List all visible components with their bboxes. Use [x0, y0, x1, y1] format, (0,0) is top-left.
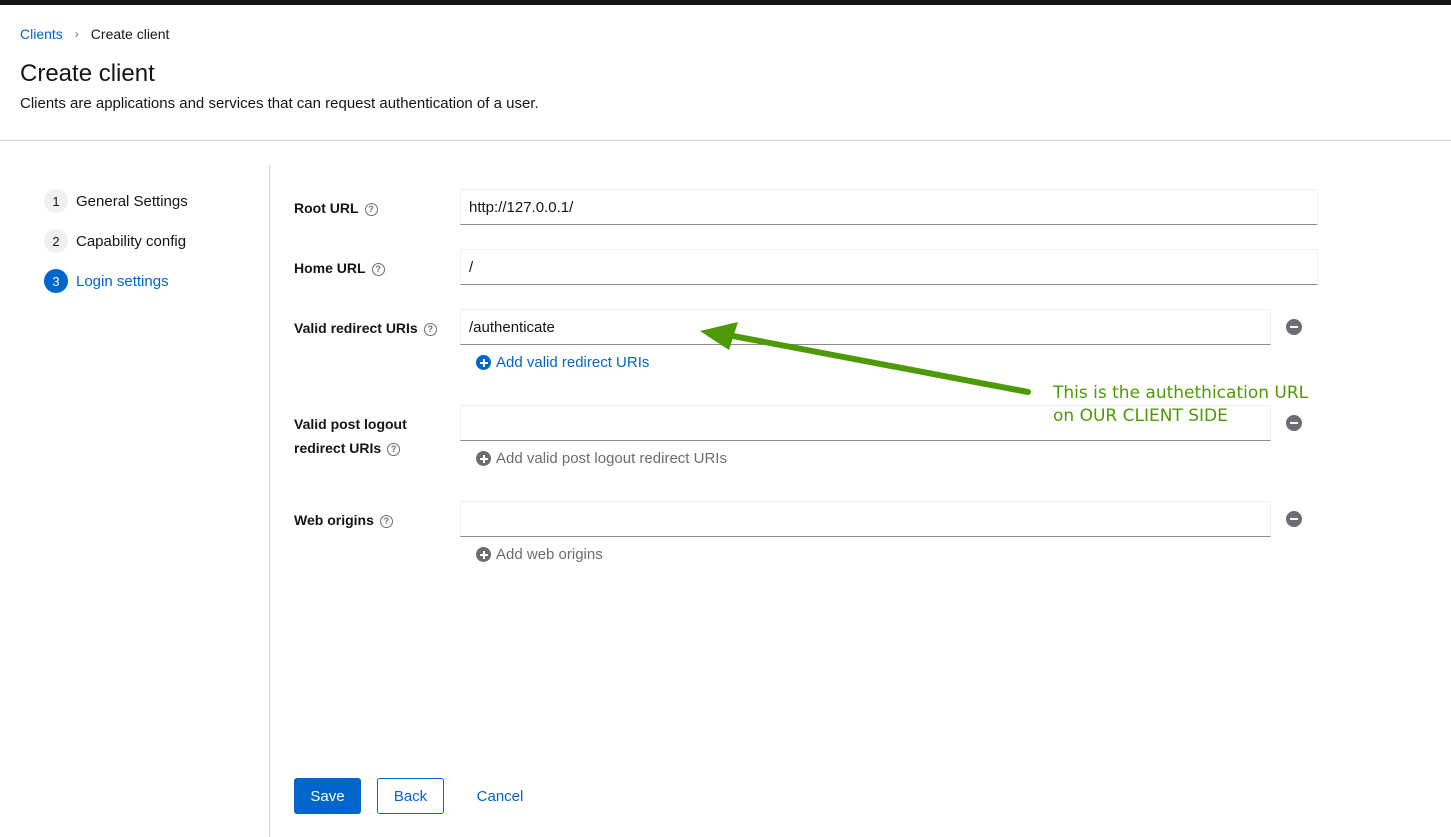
breadcrumb-current: Create client [90, 26, 170, 42]
add-valid-redirect-uris-label: Add valid redirect URIs [496, 354, 650, 371]
wizard-step-capability-config[interactable]: 2 Capability config [44, 229, 188, 253]
page-title: Create client [20, 60, 155, 87]
wizard-step-login-settings[interactable]: 3 Login settings [44, 269, 188, 293]
step-label: Login settings [76, 272, 169, 290]
breadcrumb-chevron-icon: › [74, 27, 79, 41]
add-valid-redirect-uris-button[interactable]: Add valid redirect URIs [476, 354, 649, 371]
root-url-label-text: Root URL [294, 200, 359, 216]
web-origins-label-text: Web origins [294, 512, 374, 528]
page-description: Clients are applications and services th… [20, 95, 539, 112]
annotation-text: This is the authethication URL on OUR CL… [1053, 382, 1308, 428]
add-web-origins-button[interactable]: Add web origins [476, 546, 603, 563]
cancel-button[interactable]: Cancel [460, 778, 540, 814]
breadcrumb-clients-link[interactable]: Clients [20, 26, 63, 42]
annotation-line-1: This is the authethication URL [1053, 383, 1309, 403]
valid-redirect-uris-label-text: Valid redirect URIs [294, 320, 418, 336]
plus-circle-icon [476, 451, 491, 466]
header-divider [0, 140, 1451, 141]
help-icon[interactable]: ? [379, 515, 393, 528]
wizard-step-general-settings[interactable]: 1 General Settings [44, 189, 188, 213]
help-icon[interactable]: ? [423, 323, 437, 336]
home-url-input[interactable] [460, 249, 1318, 285]
breadcrumb: Clients › Create client [20, 26, 169, 42]
annotation-line-2: on OUR CLIENT SIDE [1053, 406, 1228, 426]
remove-web-origin-icon[interactable] [1286, 511, 1302, 527]
web-origins-label: Web origins? [294, 508, 393, 532]
valid-redirect-uris-label: Valid redirect URIs? [294, 316, 437, 340]
back-button[interactable]: Back [377, 778, 444, 814]
remove-redirect-uri-icon[interactable] [1286, 319, 1302, 335]
step-label: General Settings [76, 192, 188, 210]
valid-post-logout-label: Valid post logout redirect URIs? [294, 412, 407, 460]
valid-post-logout-label-line1: Valid post logout [294, 416, 407, 432]
home-url-label: Home URL? [294, 256, 385, 280]
root-url-label: Root URL? [294, 196, 378, 220]
help-icon[interactable]: ? [371, 263, 385, 276]
step-label: Capability config [76, 232, 187, 250]
valid-redirect-uri-input[interactable] [460, 309, 1271, 345]
help-icon[interactable]: ? [364, 203, 378, 216]
add-valid-post-logout-label: Add valid post logout redirect URIs [496, 450, 727, 467]
add-web-origins-label: Add web origins [496, 546, 603, 563]
plus-circle-icon [476, 355, 491, 370]
help-icon[interactable]: ? [387, 443, 401, 456]
wizard-nav: 1 General Settings 2 Capability config 3… [44, 189, 188, 309]
plus-circle-icon [476, 547, 491, 562]
root-url-input[interactable] [460, 189, 1318, 225]
add-valid-post-logout-redirect-uris-button[interactable]: Add valid post logout redirect URIs [476, 450, 727, 467]
valid-post-logout-label-line2: redirect URIs [294, 440, 382, 456]
step-number: 3 [44, 269, 68, 293]
step-number: 1 [44, 189, 68, 213]
wizard-divider [269, 165, 270, 837]
home-url-label-text: Home URL [294, 260, 366, 276]
save-button[interactable]: Save [294, 778, 361, 814]
step-number: 2 [44, 229, 68, 253]
web-origins-input[interactable] [460, 501, 1271, 537]
top-bar [0, 0, 1451, 5]
